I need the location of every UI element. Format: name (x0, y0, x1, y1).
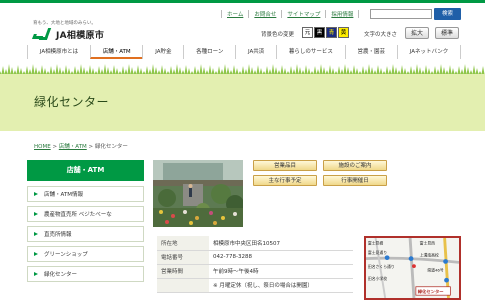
sidebar-menu: 店舗・ATM情報 農産物直売所 ベジたべーな 直売所情報 グリーンショップ 緑化… (27, 186, 144, 286)
breadcrumb-home[interactable]: HOME (34, 144, 51, 150)
map-label: 田名さくら通り (368, 264, 395, 269)
map-label: 田名小学校 (368, 276, 387, 281)
tagline: 育もう、大地と地域のみらい。 (33, 21, 96, 26)
bg-color-blue[interactable]: 青 (326, 27, 337, 38)
breadcrumb-current: 緑化センター (94, 144, 128, 150)
info-value: ※ 月曜定休（祝し、祭日の場合は開園） (209, 278, 353, 293)
arrow-right-icon (34, 252, 38, 256)
link-home[interactable]: ホーム (221, 10, 248, 18)
breadcrumb-parent[interactable]: 店舗・ATM (59, 144, 87, 150)
sidebar-item-direct-sales[interactable]: 直売所情報 (27, 226, 144, 242)
sidebar-item-label: 緑化センター (44, 272, 78, 278)
map-label: 富士見西 (420, 241, 436, 246)
link-recruit[interactable]: 採用情報 (325, 10, 360, 18)
sidebar-item-label: 直売所情報 (44, 232, 72, 238)
font-size-large-button[interactable]: 拡大 (405, 27, 429, 39)
nav-savings[interactable]: JA貯金 (142, 45, 183, 59)
sidebar-item-stores[interactable]: 店舗・ATM情報 (27, 186, 144, 202)
map-label: 富士見通り (368, 250, 387, 255)
nav-about[interactable]: JA相模原市とは (27, 45, 90, 59)
font-size-standard-button[interactable]: 標準 (435, 27, 459, 39)
breadcrumb-separator: > (88, 144, 94, 150)
global-nav: JA相模原市とは 店舗・ATM JA貯金 各種ローン JA共済 暮らしのサービス… (27, 45, 462, 59)
bg-color-black[interactable]: 黒 (314, 27, 325, 38)
nav-insurance[interactable]: JA共済 (235, 45, 276, 59)
site-logo[interactable]: JA相模原市 (32, 28, 105, 41)
nav-loans[interactable]: 各種ローン (183, 45, 235, 59)
page-title: 緑化センター (34, 95, 110, 109)
arrow-right-icon (34, 192, 38, 196)
sidebar-item-label: 農産物直売所 ベジたべーな (44, 212, 112, 218)
utility-links: ホーム お問合せ サイトマップ 採用情報 (221, 10, 360, 18)
sidebar-item-greening-center[interactable]: 緑化センター (27, 266, 144, 282)
nav-netbank[interactable]: JAネットバンク (396, 45, 462, 59)
link-contact[interactable]: お問合せ (248, 10, 281, 18)
info-value: 午前9時～午後4時 (209, 264, 353, 279)
nav-stores-atm[interactable]: 店舗・ATM (89, 45, 143, 59)
table-row: 電話番号 042-778-3288 (157, 250, 353, 265)
map-label: 県道46号 (427, 268, 444, 273)
info-label (157, 278, 209, 293)
top-accent-bar (0, 0, 485, 3)
info-label: 所在地 (157, 236, 209, 251)
breadcrumb-separator: > (52, 144, 58, 150)
arrow-right-icon (34, 272, 38, 276)
font-size-label: 文字の大きさ (364, 32, 398, 38)
sidebar-item-green-shop[interactable]: グリーンショップ (27, 246, 144, 262)
info-value: 相模原市中央区田名10507 (209, 236, 353, 251)
grass-decoration (0, 62, 485, 74)
bg-color-label: 背景色の変更 (261, 32, 295, 38)
logo-text: JA相模原市 (56, 31, 105, 41)
facility-guide-button[interactable]: 施設のご案内 (323, 160, 387, 171)
info-label: 電話番号 (157, 250, 209, 265)
search-input[interactable] (370, 9, 432, 19)
map-label: 富士見橋 (368, 241, 384, 246)
event-dates-button[interactable]: 行事開催日 (323, 175, 387, 186)
nav-farming[interactable]: 営農・園芸 (344, 45, 397, 59)
info-label: 営業時間 (157, 264, 209, 279)
search-button[interactable]: 検索 (434, 8, 461, 20)
page-hero: 緑化センター (0, 74, 485, 131)
info-value: 042-778-3288 (209, 250, 353, 265)
table-row: ※ 月曜定休（祝し、祭日の場合は開園） (157, 278, 353, 293)
store-info-table: 所在地 相模原市中央区田名10507 電話番号 042-778-3288 営業時… (157, 236, 353, 293)
nav-life-services[interactable]: 暮らしのサービス (276, 45, 345, 59)
ja-logo-icon (32, 28, 53, 41)
sidebar-item-label: グリーンショップ (44, 252, 88, 258)
events-schedule-button[interactable]: 主な行事予定 (253, 175, 317, 186)
table-row: 営業時間 午前9時～午後4時 (157, 264, 353, 279)
sidebar-item-label: 店舗・ATM情報 (44, 192, 83, 198)
access-map[interactable]: 富士見橋 富士見西 富士見通り 上溝南高校 県道46号 田名さくら通り 田名小学… (364, 236, 461, 300)
products-button[interactable]: 営業品目 (253, 160, 317, 171)
bg-color-yellow[interactable]: 黄 (338, 27, 349, 38)
link-sitemap[interactable]: サイトマップ (281, 10, 325, 18)
sidebar-item-vegetable-shop[interactable]: 農産物直売所 ベジたべーな (27, 206, 144, 222)
arrow-right-icon (34, 212, 38, 216)
sidebar-heading[interactable]: 店舗・ATM (27, 160, 144, 181)
breadcrumb: HOME > 店舗・ATM > 緑化センター (34, 142, 128, 150)
table-row: 所在地 相模原市中央区田名10507 (157, 236, 353, 251)
arrow-right-icon (34, 232, 38, 236)
bg-color-default[interactable]: 元 (302, 27, 313, 38)
map-label: 上溝南高校 (420, 253, 439, 258)
greening-center-photo (153, 160, 243, 227)
